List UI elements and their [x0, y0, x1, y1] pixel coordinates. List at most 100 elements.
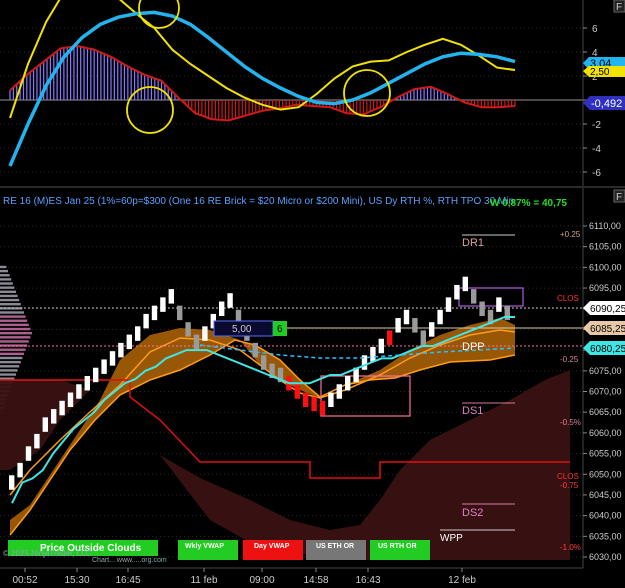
renko-brick	[395, 318, 401, 333]
volume-profile-bar	[0, 365, 20, 368]
volume-profile-bar	[0, 352, 24, 356]
price-y-tick-label: 6030,00	[589, 552, 622, 562]
renko-brick	[151, 305, 158, 321]
renko-brick	[51, 409, 57, 424]
renko-brick	[303, 392, 309, 408]
renko-brick	[185, 322, 191, 337]
renko-brick	[311, 396, 317, 412]
macd-panel-menu-label: F	[616, 2, 622, 13]
price-y-tick-label: 6040,00	[589, 511, 622, 521]
renko-brick	[437, 309, 443, 325]
renko-brick	[319, 400, 326, 416]
time-axis-label: 11 feb	[190, 575, 217, 586]
renko-brick	[328, 392, 334, 408]
volume-profile-bar	[0, 307, 23, 310]
renko-brick	[219, 301, 225, 316]
close-label-bottom: CLOS	[557, 472, 579, 481]
price-y-tick-label: 6035,00	[589, 531, 622, 541]
dr1-label: DR1	[462, 237, 484, 249]
renko-brick	[471, 289, 477, 304]
mid-price-value: 6085,25	[590, 324, 625, 335]
volume-profile-bar	[0, 278, 12, 281]
price-y-tick-label: 6110,00	[589, 221, 621, 231]
volume-profile-bar	[0, 315, 26, 318]
renko-brick	[227, 293, 233, 308]
price-y-tick-label: 6070,00	[589, 387, 622, 397]
copyright: © 2025 NinjaTrader, LLC	[3, 549, 92, 558]
time-axis-label: 12 feb	[448, 575, 476, 586]
renko-brick	[101, 359, 107, 374]
brick-info-value: 5,00	[232, 324, 252, 335]
renko-brick	[403, 309, 410, 325]
volume-profile-bar	[0, 269, 8, 273]
renko-brick	[118, 342, 124, 358]
renko-brick	[412, 318, 418, 333]
current-price-badge: 6090,25	[583, 301, 625, 315]
day-vwap-label: Day VWAP	[254, 543, 290, 550]
renko-brick	[193, 334, 200, 350]
brick-info-count: 6	[277, 324, 283, 335]
renko-brick	[429, 322, 435, 337]
volume-profile-bar	[0, 373, 16, 376]
renko-brick	[378, 338, 384, 354]
macd-hist-value: -0,492	[591, 98, 622, 110]
volume-profile-bar	[0, 303, 21, 306]
renko-brick	[261, 355, 267, 370]
renko-brick	[126, 334, 132, 350]
volume-profile-bar	[0, 336, 31, 339]
price-y-tick-label: 6050,00	[589, 469, 622, 479]
renko-brick	[17, 462, 23, 478]
volume-profile-bar	[0, 340, 29, 343]
price-y-tick-label: 6055,00	[589, 449, 622, 459]
renko-brick	[59, 400, 65, 416]
time-axis-label: 14:58	[303, 575, 328, 586]
renko-brick	[496, 297, 502, 312]
macd-y-tick-label: -2	[592, 120, 601, 131]
time-axis-label: 16:43	[355, 575, 380, 586]
renko-brick	[9, 475, 15, 490]
us-rth-or-label: US RTH OR	[378, 543, 417, 550]
macd-y-tick-label: 6	[592, 24, 598, 35]
renko-brick	[387, 330, 393, 345]
volume-profile-bar	[0, 282, 13, 285]
volume-profile-bar	[0, 356, 23, 360]
pct-minus-025: -0.25	[560, 355, 579, 364]
pct-minus-075: -0.75	[560, 481, 579, 490]
price-y-tick-label: 6045,00	[589, 490, 622, 500]
volume-profile-bar	[0, 369, 18, 372]
renko-brick	[160, 297, 166, 312]
vwap-price-value: 6080,25	[590, 344, 625, 355]
volume-profile-bar	[0, 327, 31, 331]
macd-y-tick-label: -6	[592, 168, 601, 179]
close-label-top: CLOS	[557, 294, 579, 303]
renko-brick	[143, 313, 149, 329]
renko-brick	[462, 276, 468, 292]
renko-brick	[479, 301, 485, 316]
macd-slow-value: 2,50	[590, 67, 610, 78]
volume-profile-bar	[0, 290, 16, 293]
time-axis-label: 09:00	[249, 575, 274, 586]
renko-brick	[177, 305, 183, 321]
volume-profile-bar	[0, 323, 29, 327]
wvwap-percent: W 0,87% = 40,75	[490, 198, 567, 209]
price-y-tick-label: 6105,00	[589, 242, 622, 252]
pct-plus-025: +0.25	[560, 230, 581, 239]
weekly-vwap-label: Wkly VWAP	[185, 543, 224, 550]
vwap-price-badge: 6080,25	[583, 341, 625, 355]
price-y-tick-label: 6065,00	[589, 407, 622, 417]
volume-profile-bar	[0, 348, 26, 351]
ds1-label: DS1	[462, 405, 483, 417]
renko-brick	[168, 289, 174, 304]
wpp-label: WPP	[440, 533, 463, 544]
price-y-ticks: 6110,006105,006100,006095,006090,006085,…	[583, 221, 622, 562]
renko-brick	[345, 375, 351, 391]
renko-brick	[67, 392, 74, 408]
trading-chart: 6420-2-4-6 3,04 2,50 -0,492 F	[0, 0, 625, 588]
current-price-value: 6090,25	[590, 304, 625, 315]
renko-brick	[109, 351, 116, 366]
attribution: Chart... www.....org.com	[92, 557, 167, 564]
price-panel-menu-label: F	[616, 192, 622, 203]
volume-profile-bar	[0, 311, 24, 314]
chart-title: RE 16 (M)ES Jan 25 (1%=60p=$300 (One 16 …	[3, 196, 514, 207]
volume-profile-bar	[0, 331, 32, 335]
